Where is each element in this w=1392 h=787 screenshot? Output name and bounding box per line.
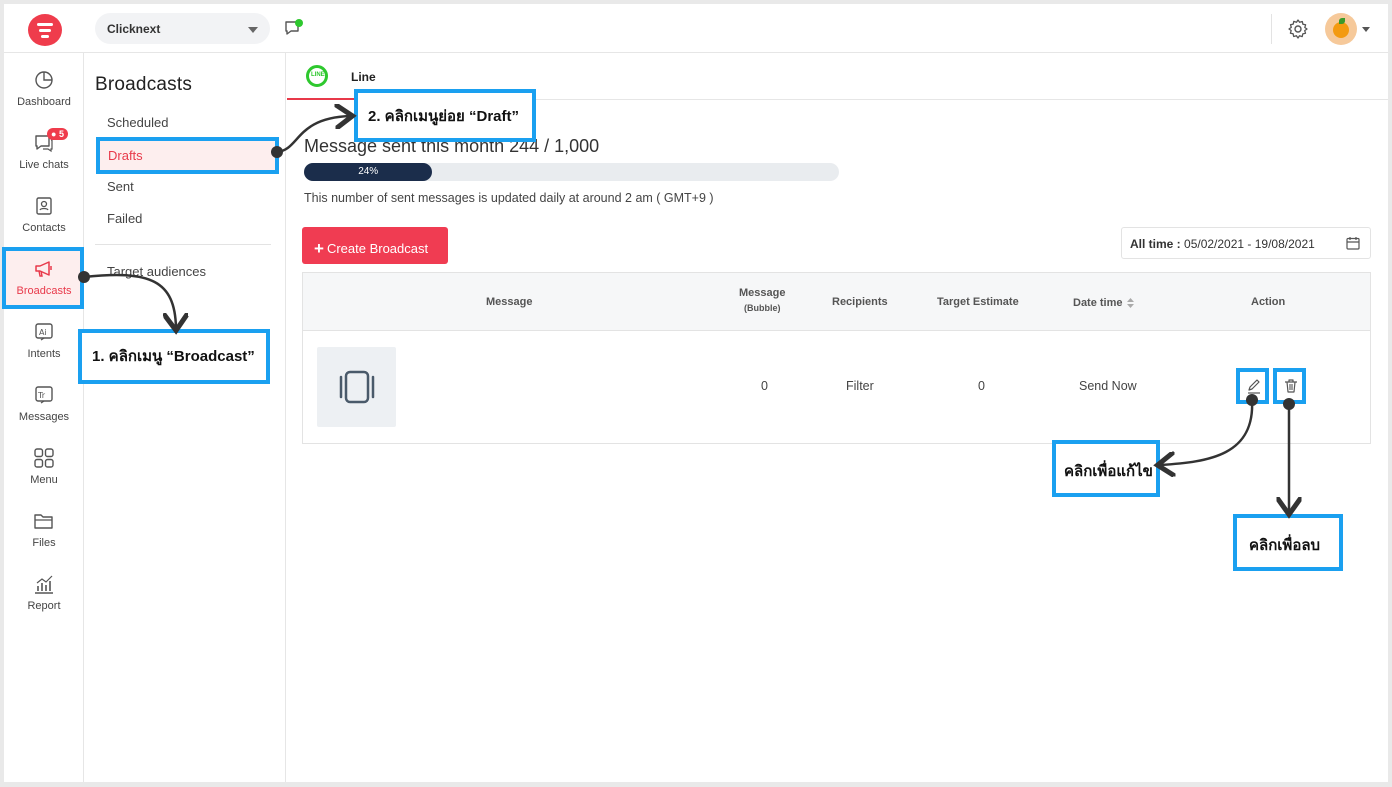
col-bubble-title: Message bbox=[739, 287, 786, 299]
button-label: Create Broadcast bbox=[326, 241, 429, 256]
nav-label: Broadcasts bbox=[16, 285, 72, 297]
nav-label: Messages bbox=[18, 411, 70, 423]
broadcasts-subnav: Broadcasts Scheduled Drafts Sent Failed … bbox=[85, 53, 286, 782]
annotation-step1: 1. คลิกเมนู “Broadcast” bbox=[78, 329, 270, 384]
subnav-item-sent[interactable]: Sent bbox=[107, 179, 134, 194]
tab-label: Line bbox=[351, 70, 376, 84]
col-message: Message bbox=[486, 296, 533, 308]
nav-item-broadcasts[interactable]: Broadcasts bbox=[4, 254, 84, 310]
megaphone-icon bbox=[35, 261, 52, 277]
folder-icon bbox=[34, 514, 53, 529]
ai-icon: Ai bbox=[35, 323, 53, 341]
col-bubble-sub: (Bubble) bbox=[743, 303, 781, 313]
app-window: Clicknext Dashboard ● 5 Live chats Conta… bbox=[2, 4, 1388, 782]
nav-label: Menu bbox=[30, 474, 58, 486]
annotation-text: คลิกเพื่อแก้ไข bbox=[1064, 463, 1153, 480]
nav-item-live-chats[interactable]: ● 5 Live chats bbox=[4, 128, 84, 184]
chevron-down-icon bbox=[248, 27, 258, 33]
cell-date: Send Now bbox=[1079, 379, 1137, 393]
nav-label: Contacts bbox=[22, 222, 66, 234]
unread-badge: ● 5 bbox=[47, 128, 68, 140]
nav-item-messages[interactable]: Tr Messages bbox=[4, 380, 84, 436]
app-logo[interactable] bbox=[28, 14, 62, 46]
badge-count: 5 bbox=[58, 129, 64, 139]
table-header: Message Message (Bubble) Recipients Targe… bbox=[303, 273, 1370, 331]
line-logo-text: LINE bbox=[311, 72, 325, 78]
col-action: Action bbox=[1251, 296, 1286, 308]
nav-label: Files bbox=[32, 537, 56, 549]
usage-progress-bar: 24% bbox=[304, 163, 839, 181]
carousel-icon bbox=[339, 370, 375, 404]
line-logo-icon: LINE bbox=[306, 65, 328, 87]
annotation-text: 1. คลิกเมนู “Broadcast” bbox=[92, 348, 255, 365]
annotation-text: คลิกเพื่อลบ bbox=[1249, 537, 1321, 554]
calendar-icon bbox=[1346, 237, 1360, 250]
col-bubble: Message (Bubble) bbox=[739, 287, 785, 313]
pencil-icon bbox=[1248, 379, 1260, 394]
trash-icon bbox=[1285, 379, 1297, 393]
subnav-item-target-audiences[interactable]: Target audiences bbox=[107, 264, 206, 279]
gear-icon[interactable] bbox=[1287, 18, 1309, 40]
nav-label: Live chats bbox=[19, 159, 69, 171]
avatar[interactable] bbox=[1325, 13, 1357, 45]
nav-rail: Dashboard ● 5 Live chats Contacts Broadc… bbox=[2, 53, 84, 782]
annotation-delete: คลิกเพื่อลบ bbox=[1233, 514, 1343, 571]
subnav-label: Drafts bbox=[108, 148, 143, 163]
create-broadcast-button[interactable]: + Create Broadcast bbox=[302, 227, 448, 264]
grid-icon bbox=[34, 448, 54, 468]
divider bbox=[1271, 14, 1272, 44]
nav-label: Report bbox=[27, 600, 61, 612]
annotation-text: 2. คลิกเมนูย่อย “Draft” bbox=[368, 108, 520, 125]
contact-book-icon bbox=[36, 197, 52, 215]
annotation-step2: 2. คลิกเมนูย่อย “Draft” bbox=[354, 89, 536, 142]
usage-note: This number of sent messages is updated … bbox=[304, 191, 714, 205]
text-message-icon: Tr bbox=[35, 386, 53, 404]
divider bbox=[95, 244, 271, 245]
col-date-time[interactable]: Date time bbox=[1073, 296, 1135, 310]
nav-item-contacts[interactable]: Contacts bbox=[4, 191, 84, 247]
subnav-item-scheduled[interactable]: Scheduled bbox=[107, 115, 168, 130]
nav-item-dashboard[interactable]: Dashboard bbox=[4, 65, 84, 121]
bar-chart-icon bbox=[35, 575, 53, 594]
subnav-title: Broadcasts bbox=[95, 74, 193, 95]
edit-button[interactable] bbox=[1236, 368, 1269, 404]
nav-label: Dashboard bbox=[17, 96, 71, 108]
nav-item-files[interactable]: Files bbox=[4, 506, 84, 562]
online-dot-icon bbox=[295, 19, 303, 27]
message-thumbnail bbox=[317, 347, 396, 427]
progress-fill: 24% bbox=[304, 163, 433, 181]
nav-item-menu[interactable]: Menu bbox=[4, 443, 84, 499]
chevron-down-icon[interactable] bbox=[1362, 27, 1370, 32]
annotation-edit: คลิกเพื่อแก้ไข bbox=[1052, 440, 1160, 497]
plus-icon: + bbox=[314, 239, 324, 258]
date-filter-label: All time : bbox=[1130, 237, 1181, 251]
svg-text:Tr: Tr bbox=[37, 391, 46, 400]
svg-text:Ai: Ai bbox=[39, 328, 47, 337]
col-date-label: Date time bbox=[1073, 296, 1123, 309]
drafts-table: Message Message (Bubble) Recipients Targe… bbox=[302, 272, 1371, 444]
cell-bubble: 0 bbox=[761, 379, 768, 393]
nav-label: Intents bbox=[27, 348, 61, 360]
cell-target: 0 bbox=[978, 379, 985, 393]
subnav-item-drafts[interactable]: Drafts bbox=[96, 137, 279, 174]
delete-button[interactable] bbox=[1273, 368, 1306, 404]
sort-icon bbox=[1126, 298, 1134, 308]
workspace-name: Clicknext bbox=[107, 22, 161, 36]
pie-chart-icon bbox=[35, 71, 53, 89]
col-target-estimate: Target Estimate bbox=[937, 296, 1019, 308]
date-range-filter[interactable]: All time : 05/02/2021 - 19/08/2021 bbox=[1121, 227, 1371, 259]
col-recipients: Recipients bbox=[832, 296, 888, 308]
workspace-select[interactable]: Clicknext bbox=[95, 13, 270, 44]
date-range-value: 05/02/2021 - 19/08/2021 bbox=[1184, 237, 1315, 251]
nav-item-intents[interactable]: Ai Intents bbox=[4, 317, 84, 373]
subnav-item-failed[interactable]: Failed bbox=[107, 211, 142, 226]
top-bar: Clicknext bbox=[4, 4, 1388, 53]
cell-recipients: Filter bbox=[846, 379, 874, 393]
nav-item-report[interactable]: Report bbox=[4, 569, 84, 625]
